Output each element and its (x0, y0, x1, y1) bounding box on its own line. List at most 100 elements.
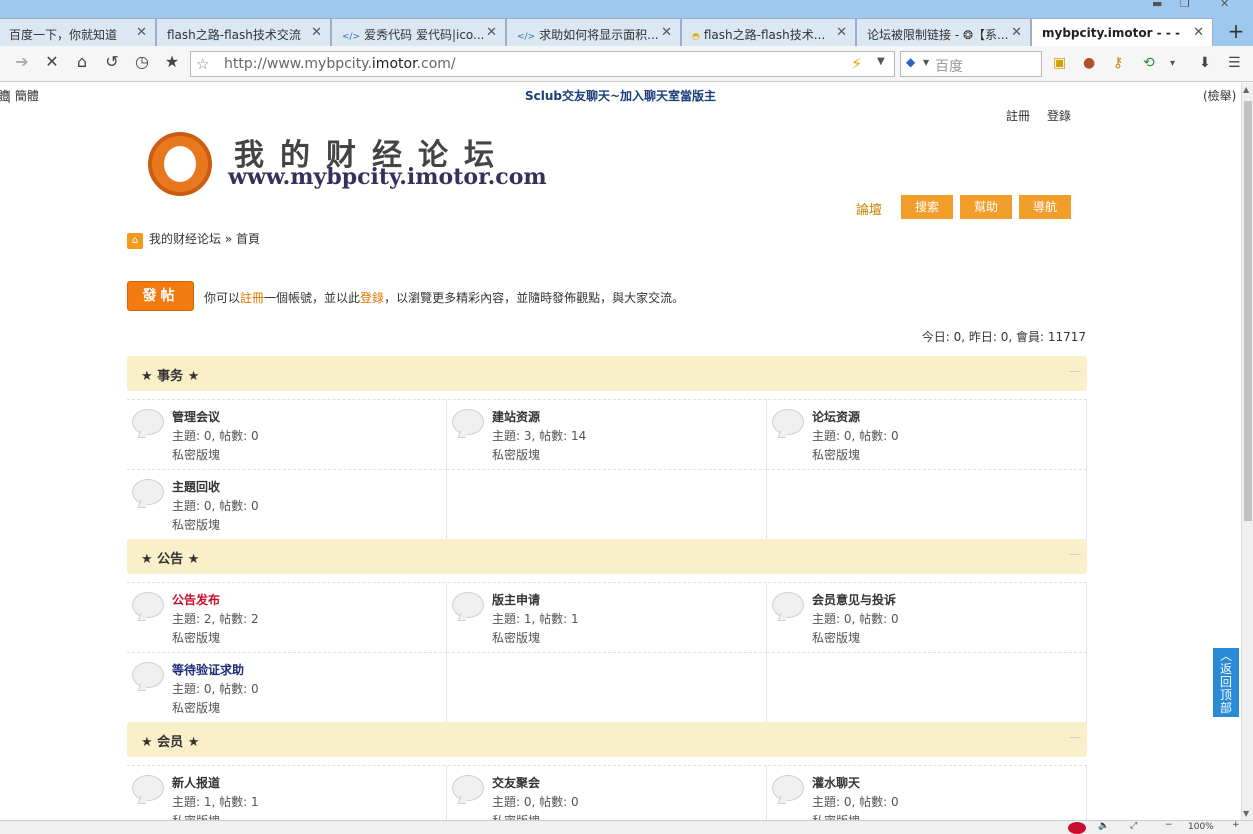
forum-name[interactable]: 主題回收 (172, 478, 220, 495)
speaker-icon[interactable]: 🔈 (1098, 821, 1109, 831)
forum-cell[interactable]: 灌水聊天 主題: 0, 帖數: 0 私密版塊 (767, 766, 1087, 820)
tab-close-icon[interactable]: ✕ (1011, 25, 1022, 40)
forum-name[interactable]: 会员意见与投诉 (812, 591, 896, 608)
tab-close-icon[interactable]: ✕ (661, 25, 672, 40)
forum-desc: 私密版塊 (812, 631, 861, 645)
promo-link[interactable]: Sclub交友聊天~加入聊天室當版主 (0, 87, 1241, 104)
forum-name[interactable]: 建站资源 (492, 408, 540, 425)
tab-title: 百度一下，你就知道 (9, 28, 118, 42)
address-bar[interactable]: ☆ http://www.mybpcity.imotor.com/ ⚡ ▼ (190, 51, 895, 77)
fullscreen-icon[interactable]: ⤢ (1130, 821, 1137, 831)
chevron-down-icon[interactable]: ▾ (1170, 58, 1175, 69)
chevron-down-icon[interactable]: ▼ (923, 58, 929, 67)
key-icon[interactable]: ⚷ (1113, 55, 1123, 71)
browser-tab[interactable]: ◓ flash之路-flash技术... ✕ (681, 18, 856, 46)
forum-cell[interactable]: 主題回收 主題: 0, 帖數: 0 私密版塊 (127, 470, 447, 540)
home-icon[interactable]: ⌂ (71, 52, 93, 71)
nav-forum-link[interactable]: 論壇 (856, 199, 882, 218)
nav-guide-button[interactable]: 導航 (1019, 195, 1071, 219)
maximize-icon[interactable]: ❐ (1180, 0, 1190, 10)
forum-name[interactable]: 公告发布 (172, 591, 220, 608)
collapse-icon[interactable]: — (1069, 364, 1081, 378)
lightning-icon[interactable]: ⚡ (851, 54, 862, 73)
nav-search-button[interactable]: 搜索 (901, 195, 953, 219)
chevron-down-icon[interactable]: ▼ (877, 56, 885, 67)
tab-close-icon[interactable]: ✕ (836, 25, 847, 40)
report-link[interactable]: (檢舉) (1203, 87, 1236, 104)
tab-close-icon[interactable]: ✕ (136, 25, 147, 40)
login-link[interactable]: 登錄 (1047, 107, 1071, 124)
star-icon[interactable]: ★ (161, 52, 183, 71)
search-input[interactable]: 百度 (935, 56, 963, 76)
download-icon[interactable]: ⬇ (1199, 55, 1211, 71)
vertical-scrollbar[interactable]: ▲ ▼ (1241, 83, 1253, 820)
extension-icon[interactable]: ⟲ (1143, 55, 1155, 71)
forum-bubble-icon (132, 662, 164, 688)
forum-cell[interactable]: 新人报道 主題: 1, 帖數: 1 私密版塊 (127, 766, 447, 820)
arrow-right-icon[interactable]: ➔ (11, 52, 33, 71)
forum-desc: 私密版塊 (172, 701, 221, 715)
close-icon[interactable]: ✕ (41, 52, 63, 71)
new-post-button[interactable]: 發帖 (127, 281, 194, 311)
section-header[interactable]: ★ 会员 ★ — (127, 722, 1087, 757)
tab-close-icon[interactable]: ✕ (486, 25, 497, 40)
new-tab-button[interactable]: + (1222, 18, 1250, 46)
forum-name[interactable]: 管理会议 (172, 408, 220, 425)
close-window-icon[interactable]: ✕ (1220, 0, 1229, 10)
register-inline-link[interactable]: 註冊 (240, 291, 264, 305)
forum-cell[interactable]: 会员意见与投诉 主題: 0, 帖數: 0 私密版塊 (767, 583, 1087, 653)
tab-title: 爱秀代码 爱代码|ico... (364, 28, 485, 42)
extension-icon[interactable]: ● (1083, 55, 1095, 71)
home-icon[interactable]: ⌂ (127, 233, 143, 249)
forum-name[interactable]: 等待验证求助 (172, 661, 244, 678)
collapse-icon[interactable]: — (1069, 730, 1081, 744)
breadcrumb-home[interactable]: 我的财经论坛 (149, 232, 221, 246)
forum-cell[interactable]: 版主申请 主題: 1, 帖數: 1 私密版塊 (447, 583, 767, 653)
scroll-up-icon[interactable]: ▲ (1243, 85, 1249, 94)
browser-tab[interactable]: flash之路-flash技术交流 ✕ (156, 18, 331, 46)
adblock-icon[interactable] (1068, 822, 1086, 834)
forum-name[interactable]: 交友聚会 (492, 774, 540, 791)
section-header[interactable]: ★ 事务 ★ — (127, 356, 1087, 391)
scroll-down-icon[interactable]: ▼ (1243, 809, 1249, 818)
scrollbar-thumb[interactable] (1244, 101, 1252, 521)
zoom-level[interactable]: 100% (1188, 822, 1214, 832)
minimize-icon[interactable]: ▬ (1152, 0, 1162, 10)
clock-icon[interactable]: ◷ (131, 52, 153, 71)
login-inline-link[interactable]: 登錄 (360, 291, 384, 305)
extension-icon[interactable]: ▣ (1053, 55, 1066, 71)
browser-tab[interactable]: 百度一下，你就知道 ✕ (0, 18, 156, 46)
forum-cell[interactable]: 建站资源 主題: 3, 帖數: 14 私密版塊 (447, 400, 767, 470)
collapse-icon[interactable]: — (1069, 547, 1081, 561)
forum-name[interactable]: 新人报道 (172, 774, 220, 791)
bookmark-star-icon[interactable]: ☆ (196, 55, 209, 73)
menu-icon[interactable]: ☰ (1228, 55, 1241, 71)
forum-name[interactable]: 版主申请 (492, 591, 540, 608)
browser-tab-strip: ▬ ❐ ✕ 百度一下，你就知道 ✕ flash之路-flash技术交流 ✕ </… (0, 0, 1253, 47)
zoom-in-icon[interactable]: + (1232, 820, 1240, 830)
search-box[interactable]: ◆ ▼ 百度 (900, 51, 1042, 77)
nav-help-button[interactable]: 幫助 (960, 195, 1012, 219)
forum-name[interactable]: 论坛资源 (812, 408, 860, 425)
forum-cell[interactable]: 等待验证求助 主題: 0, 帖數: 0 私密版塊 (127, 653, 447, 723)
browser-tab-active[interactable]: mybpcity.imotor - - - ✕ (1031, 18, 1213, 47)
forum-cell[interactable]: 公告发布 主題: 2, 帖數: 2 私密版塊 (127, 583, 447, 653)
back-to-top-button[interactable]: ︿ 返回顶部 (1213, 648, 1239, 717)
browser-tab[interactable]: </> 求助如何将显示面积... ✕ (506, 18, 681, 46)
site-logo[interactable]: 我的财经论坛 www.mybpcity.imotor.com (146, 130, 566, 198)
url-text[interactable]: http://www.mybpcity.imotor.com/ (224, 56, 456, 72)
browser-tab[interactable]: 论坛被限制链接 - ❂【系... ✕ (856, 18, 1031, 46)
forum-name[interactable]: 灌水聊天 (812, 774, 860, 791)
section-header[interactable]: ★ 公告 ★ — (127, 539, 1087, 574)
tab-close-icon[interactable]: ✕ (1193, 25, 1204, 40)
forum-cell[interactable]: 论坛资源 主題: 0, 帖數: 0 私密版塊 (767, 400, 1087, 470)
undo-icon[interactable]: ↺ (101, 52, 123, 71)
register-link[interactable]: 註冊 (1006, 107, 1030, 124)
forum-cell[interactable]: 交友聚会 主題: 0, 帖數: 0 私密版塊 (447, 766, 767, 820)
zoom-out-icon[interactable]: − (1165, 820, 1173, 830)
tab-close-icon[interactable]: ✕ (311, 25, 322, 40)
browser-tab[interactable]: </> 爱秀代码 爱代码|ico... ✕ (331, 18, 506, 46)
forum-cell-empty (447, 470, 767, 540)
forum-stat: 主題: 1, 帖數: 1 (492, 612, 579, 626)
forum-cell[interactable]: 管理会议 主題: 0, 帖數: 0 私密版塊 (127, 400, 447, 470)
